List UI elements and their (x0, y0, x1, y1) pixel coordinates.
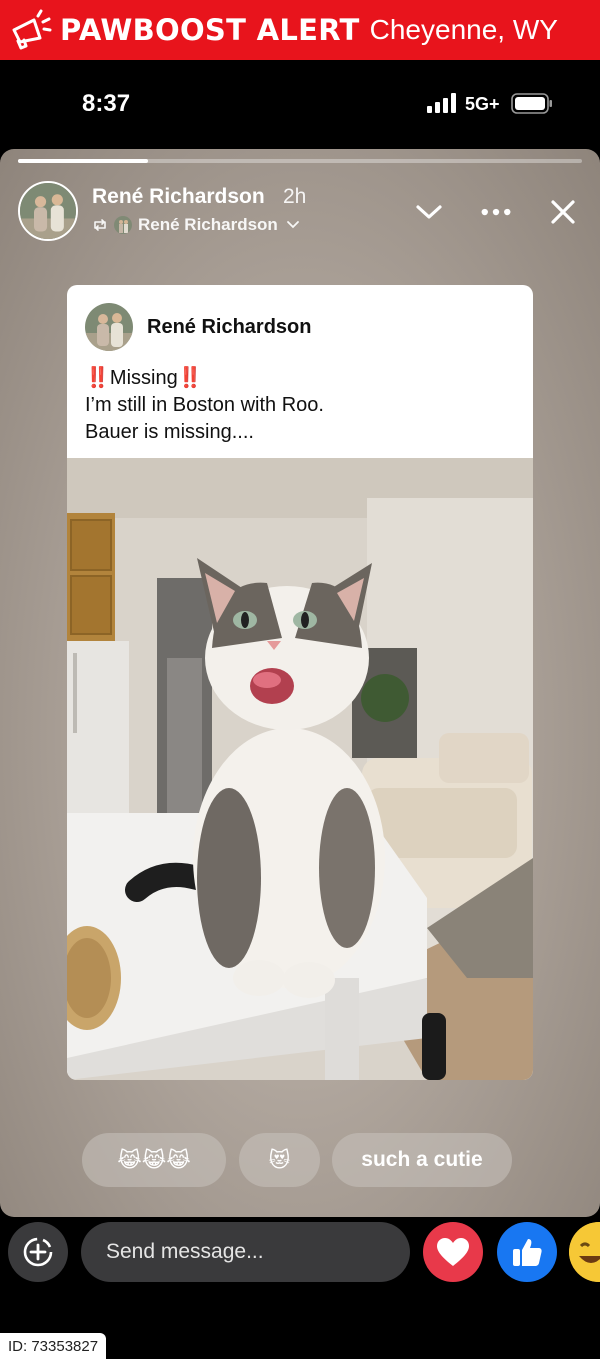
add-circle-icon (23, 1237, 53, 1267)
author-avatar[interactable] (18, 181, 78, 241)
heart-reaction-button[interactable] (423, 1222, 483, 1282)
post-author-avatar (85, 303, 133, 351)
post-line-2: I’m still in Boston with Roo. (85, 394, 324, 416)
reshare-info[interactable]: René Richardson (92, 215, 300, 235)
chevron-down-icon (286, 221, 299, 229)
close-button[interactable] (548, 197, 578, 227)
laugh-reaction-button[interactable] (569, 1222, 600, 1282)
more-button[interactable] (481, 197, 511, 227)
post-headline: Missing (109, 367, 178, 389)
status-time: 8:37 (82, 90, 131, 117)
add-button[interactable] (8, 1222, 68, 1282)
chevron-down-icon (416, 205, 442, 219)
heart-icon (437, 1238, 469, 1266)
megaphone-icon (12, 9, 52, 50)
like-reaction-button[interactable] (497, 1222, 557, 1282)
quick-reply-text[interactable]: such a cutie (332, 1133, 512, 1187)
quick-reply-laugh[interactable]: 😹😹😹 (82, 1133, 226, 1187)
message-input[interactable] (81, 1222, 410, 1282)
alert-banner: PAWBOOST ALERT Cheyenne, WY (0, 0, 600, 60)
cat-photo (67, 458, 533, 1080)
alert-city: Cheyenne, WY (369, 14, 558, 45)
post-line-3: Bauer is missing.... (85, 421, 254, 443)
story-author-name[interactable]: René Richardson (92, 185, 265, 209)
signal-icon (427, 93, 456, 113)
brand-title: PAWBOOST ALERT (60, 13, 360, 47)
close-icon (551, 200, 575, 224)
like-icon (513, 1239, 542, 1266)
battery-icon (511, 93, 552, 114)
story-panel[interactable]: René Richardson 2h René Richardson René … (0, 149, 600, 1217)
more-icon (481, 208, 511, 216)
reshare-avatar (114, 216, 132, 234)
repost-icon (94, 219, 106, 231)
story-timestamp: 2h (283, 185, 307, 208)
listing-id: ID: 73353827 (0, 1333, 107, 1359)
story-progress-bar (18, 159, 582, 163)
story-progress-fill (18, 159, 148, 163)
status-bar: 8:37 5G+ (0, 60, 600, 150)
network-type: 5G+ (465, 94, 500, 114)
post-text: ‼️Missing‼️ I’m still in Boston with Roo… (85, 365, 324, 446)
reshare-author: René Richardson (138, 215, 278, 234)
alert-emoji: ‼️ (177, 367, 203, 389)
quick-reply-heart-eyes[interactable]: 😻 (239, 1133, 320, 1187)
laugh-emoji-icon (569, 1222, 600, 1282)
post-author-name: René Richardson (147, 316, 312, 338)
post-line-1: ‼️Missing‼️ (85, 365, 324, 392)
alert-emoji: ‼️ (85, 367, 110, 389)
story-options-chevron[interactable] (414, 197, 444, 227)
shared-post-card[interactable]: René Richardson ‼️Missing‼️ I’m still in… (67, 285, 533, 1080)
